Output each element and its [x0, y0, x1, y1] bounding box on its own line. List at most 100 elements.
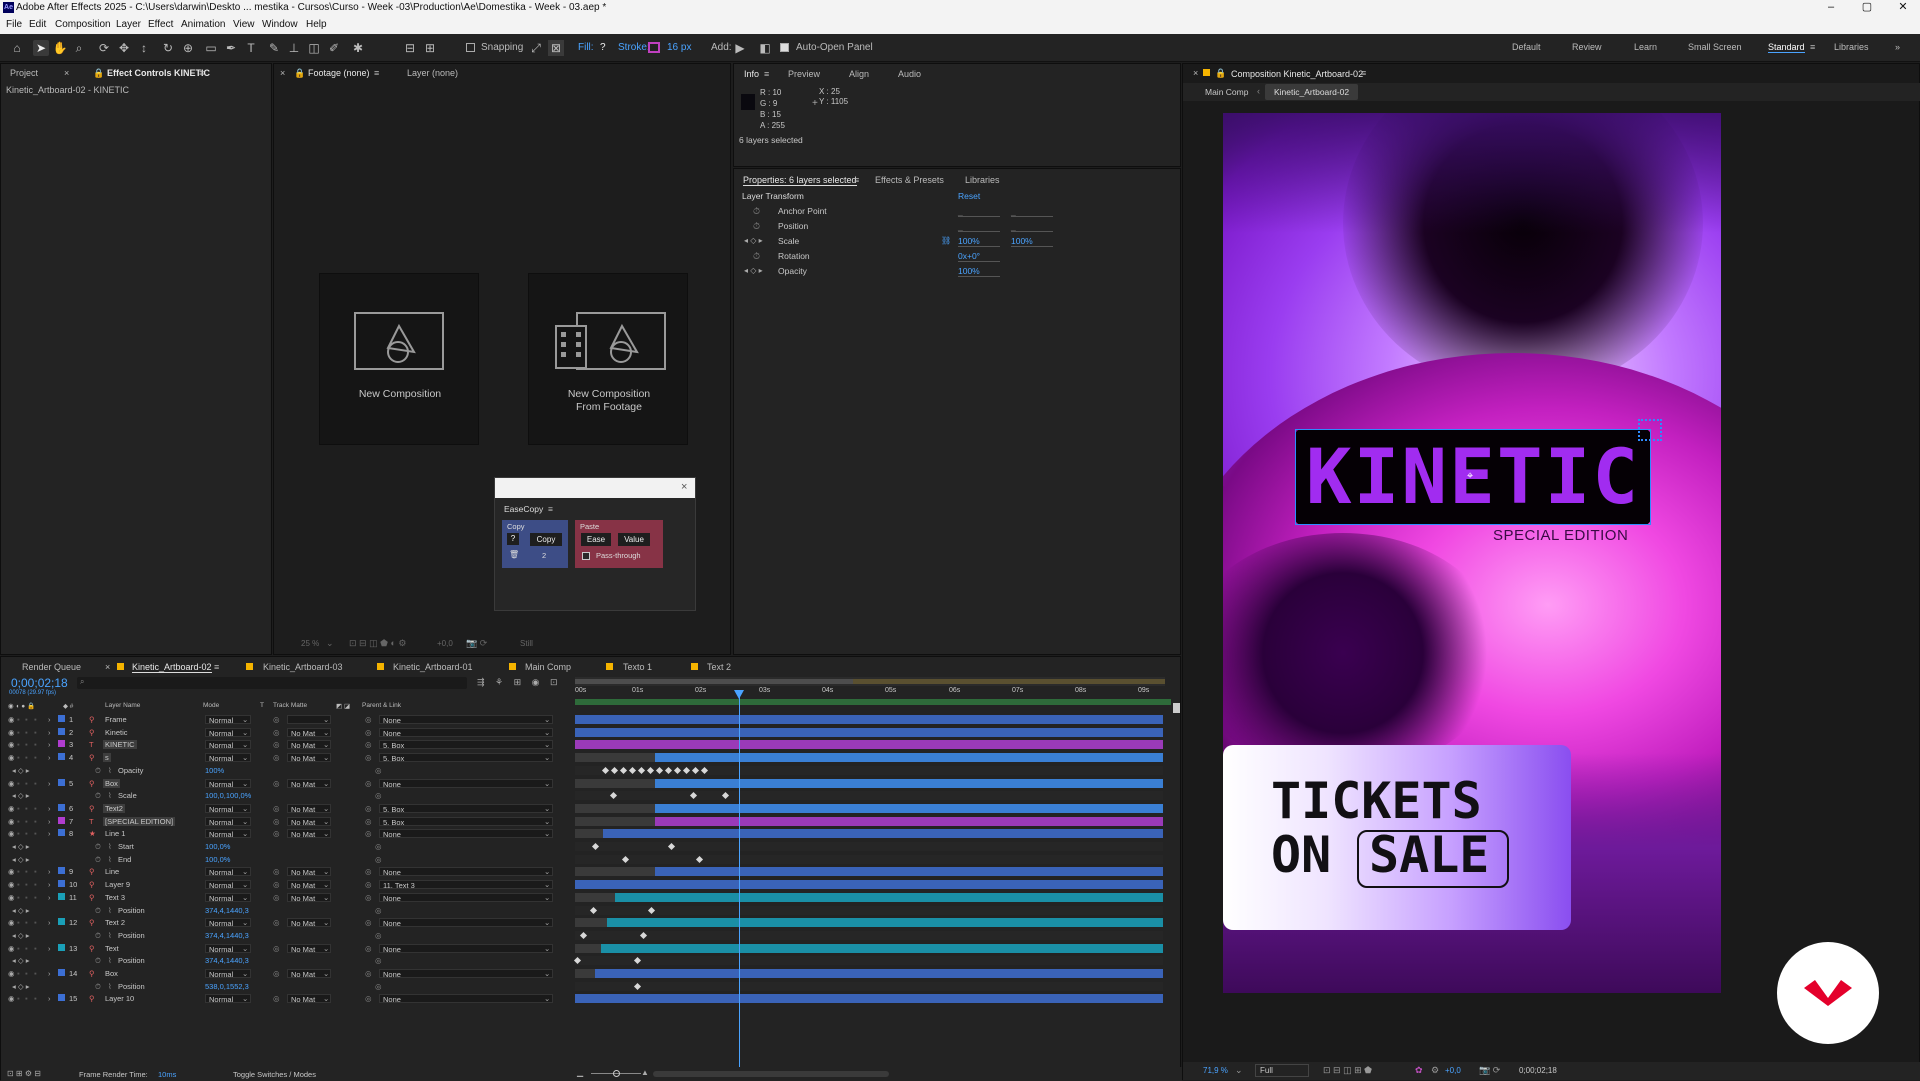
- layer-name[interactable]: Text: [103, 944, 121, 953]
- tab-project[interactable]: Project: [10, 68, 38, 78]
- visibility-eye-icon[interactable]: ◉: [8, 867, 15, 876]
- rotate-tool-icon[interactable]: ↻: [160, 40, 176, 56]
- hand-tool-icon[interactable]: ✋: [52, 40, 68, 56]
- toggle-switches-modes[interactable]: Toggle Switches / Modes: [233, 1070, 316, 1079]
- menu-composition[interactable]: Composition: [55, 19, 111, 30]
- layer-duration-bar[interactable]: [601, 943, 1163, 953]
- footer-toggle-icons[interactable]: ⊡ ⊞ ⚙ ⊟: [7, 1069, 41, 1078]
- parent-dropdown[interactable]: None: [379, 727, 553, 738]
- lock-switch-icon[interactable]: ▪: [34, 969, 37, 978]
- matte-link-icon[interactable]: ◎: [273, 817, 280, 826]
- comp-viewer-canvas[interactable]: KINETIC SPECIAL EDITION ⌖ TICKETS ON SAL…: [1223, 113, 1721, 993]
- stopwatch-icon[interactable]: ⏱: [753, 251, 760, 262]
- breadcrumb-main-comp[interactable]: Main Comp: [1205, 87, 1248, 97]
- layer-color-label[interactable]: [58, 867, 65, 875]
- lock-switch-icon[interactable]: ▪: [34, 893, 37, 902]
- workspace-learn[interactable]: Learn: [1634, 42, 1657, 52]
- audio-switch-icon[interactable]: ▪: [17, 944, 20, 953]
- footage-view-options-icon[interactable]: ⊡ ⊟ ◫ ⬟ ◐ ⚙: [349, 638, 406, 649]
- layer-duration-bar[interactable]: [655, 753, 1163, 763]
- comp-timecode[interactable]: 0;00;02;18: [1519, 1066, 1557, 1075]
- stopwatch-icon[interactable]: ⏱: [753, 221, 760, 232]
- panel-menu-icon[interactable]: ≡: [1361, 68, 1366, 78]
- expand-arrow-icon[interactable]: ›: [48, 829, 51, 838]
- lock-switch-icon[interactable]: ▪: [34, 817, 37, 826]
- audio-switch-icon[interactable]: ▪: [17, 969, 20, 978]
- matte-link-icon[interactable]: ◎: [273, 753, 280, 762]
- lock-icon[interactable]: 🔒: [93, 68, 104, 79]
- audio-switch-icon[interactable]: ▪: [17, 829, 20, 838]
- tab-effects-presets[interactable]: Effects & Presets: [875, 175, 944, 185]
- visibility-eye-icon[interactable]: ◉: [8, 779, 15, 788]
- audio-switch-icon[interactable]: ▪: [17, 817, 20, 826]
- comp-view-options-icon[interactable]: ⊡ ⊟ ◫ ⊞ ⬟: [1323, 1065, 1372, 1076]
- visibility-eye-icon[interactable]: ◉: [8, 804, 15, 813]
- anchor-tool-icon[interactable]: ⊕: [180, 40, 196, 56]
- keyframe-nav-icon[interactable]: ◂ ◇ ▸: [12, 931, 29, 940]
- expand-arrow-icon[interactable]: ›: [48, 753, 51, 762]
- menu-file[interactable]: File: [6, 19, 22, 30]
- lock-switch-icon[interactable]: ▪: [34, 753, 37, 762]
- solo-switch-icon[interactable]: ▪: [25, 880, 28, 889]
- layer-name[interactable]: Frame: [103, 715, 129, 724]
- visibility-eye-icon[interactable]: ◉: [8, 994, 15, 1003]
- visibility-eye-icon[interactable]: ◉: [8, 728, 15, 737]
- brush-tool-icon[interactable]: ✎: [266, 40, 282, 56]
- parent-pickwhip-icon[interactable]: ◎: [365, 918, 372, 927]
- tickets-line-2[interactable]: ON: [1271, 827, 1331, 883]
- prop-value-2[interactable]: 100%: [1011, 236, 1053, 247]
- paste-value-button[interactable]: Value: [618, 533, 650, 546]
- parent-pickwhip-icon[interactable]: ◎: [365, 969, 372, 978]
- lock-switch-icon[interactable]: ▪: [34, 867, 37, 876]
- expand-arrow-icon[interactable]: ›: [48, 728, 51, 737]
- solo-switch-icon[interactable]: ▪: [25, 753, 28, 762]
- audio-switch-icon[interactable]: ▪: [17, 715, 20, 724]
- matte-link-icon[interactable]: ◎: [273, 880, 280, 889]
- workspace-default[interactable]: Default: [1512, 42, 1541, 52]
- keyframe-nav-icon[interactable]: ◂ ◇ ▸: [12, 855, 29, 864]
- keyframe-nav-icon[interactable]: ◂ ◇ ▸: [12, 906, 29, 915]
- expand-arrow-icon[interactable]: ›: [48, 944, 51, 953]
- solo-switch-icon[interactable]: ▪: [25, 779, 28, 788]
- layer-name[interactable]: Kinetic: [103, 728, 130, 737]
- parent-pickwhip-icon[interactable]: ◎: [365, 740, 372, 749]
- stopwatch-icon[interactable]: ⏱: [95, 791, 101, 801]
- tab-align[interactable]: Align: [849, 69, 869, 79]
- prop-value-1[interactable]: _: [958, 221, 1000, 232]
- layer-duration-bar[interactable]: [575, 727, 1163, 737]
- property-value[interactable]: 374,4,1440,3: [205, 956, 249, 965]
- matte-link-icon[interactable]: ◎: [273, 804, 280, 813]
- new-composition-card[interactable]: New Composition: [319, 273, 479, 445]
- layer-search-input[interactable]: ⌕: [77, 677, 467, 689]
- menu-effect[interactable]: Effect: [148, 19, 173, 30]
- keyframe-nav-icon[interactable]: ◂ ◇ ▸: [12, 842, 29, 851]
- layer-name[interactable]: Layer 9: [103, 880, 132, 889]
- parent-pickwhip-icon[interactable]: ◎: [365, 944, 372, 953]
- menu-animation[interactable]: Animation: [181, 19, 225, 30]
- expression-pickwhip-icon[interactable]: ◎: [375, 982, 382, 991]
- visibility-eye-icon[interactable]: ◉: [8, 893, 15, 902]
- layer-duration-bar[interactable]: [575, 715, 1163, 724]
- parent-dropdown[interactable]: 5. Box: [379, 740, 553, 750]
- matte-link-icon[interactable]: ◎: [273, 893, 280, 902]
- tab-text-2[interactable]: Text 2: [707, 662, 731, 672]
- lock-switch-icon[interactable]: ▪: [34, 880, 37, 889]
- visibility-eye-icon[interactable]: ◉: [8, 918, 15, 927]
- layer-color-label[interactable]: [58, 918, 65, 926]
- prop-value-1[interactable]: 0x+0°: [958, 251, 1000, 262]
- close-button[interactable]: ✕: [1888, 0, 1918, 16]
- home-icon[interactable]: ⌂: [9, 40, 25, 56]
- graph-icon[interactable]: ⌇: [108, 956, 112, 965]
- add-property-icon[interactable]: ▶: [732, 40, 748, 56]
- distribute-icon[interactable]: ⊞: [422, 40, 438, 56]
- layer-duration-bar[interactable]: [655, 867, 1163, 877]
- workspace-standard[interactable]: Standard: [1768, 42, 1805, 53]
- visibility-eye-icon[interactable]: ◉: [8, 715, 15, 724]
- snapshot-icon[interactable]: 📷 ⟳: [1479, 1065, 1500, 1076]
- tab-libraries[interactable]: Libraries: [965, 175, 1000, 185]
- layer-duration-bar[interactable]: [575, 740, 1163, 750]
- comp-quality[interactable]: Full: [1255, 1064, 1309, 1077]
- layer-name[interactable]: Box: [103, 969, 120, 978]
- anchor-point-icon[interactable]: ⌖: [1467, 470, 1473, 483]
- layer-duration-bar[interactable]: [655, 816, 1163, 826]
